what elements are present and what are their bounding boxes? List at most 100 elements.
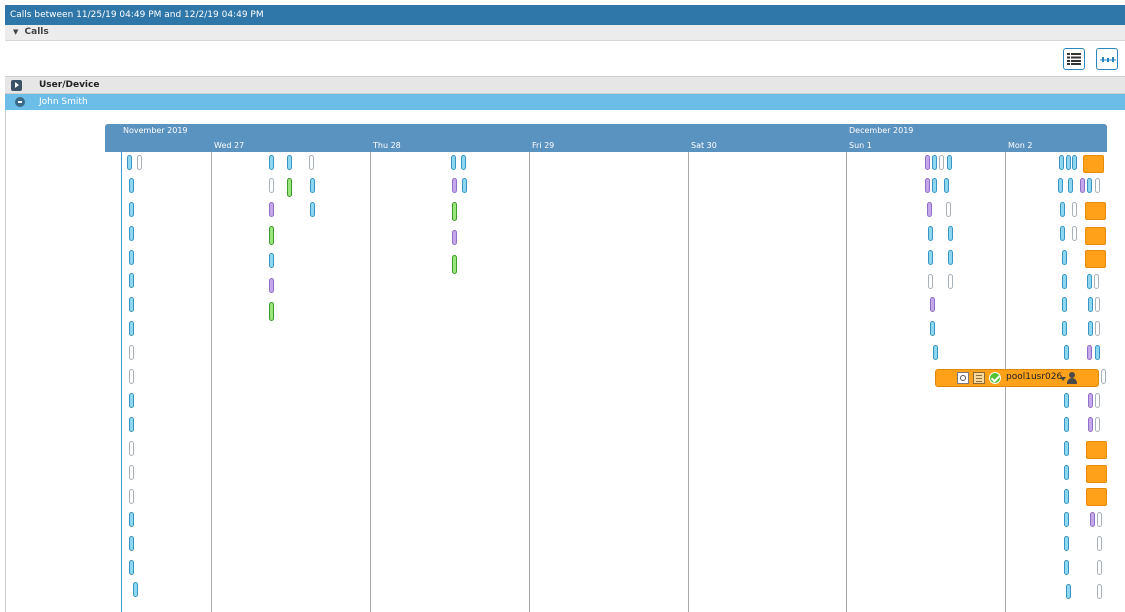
- call-marker[interactable]: [269, 226, 274, 245]
- call-marker[interactable]: [928, 274, 933, 289]
- call-marker[interactable]: [1101, 369, 1106, 384]
- call-marker[interactable]: [137, 155, 142, 170]
- call-marker[interactable]: [129, 178, 134, 193]
- call-marker[interactable]: [928, 226, 933, 241]
- call-marker[interactable]: [129, 226, 134, 241]
- collapse-triangle-icon[interactable]: ▼: [13, 28, 18, 36]
- calls-panel-header[interactable]: ▼ Calls: [5, 25, 1125, 41]
- call-group-marker[interactable]: [1083, 155, 1104, 173]
- call-marker[interactable]: [129, 345, 134, 360]
- call-marker[interactable]: [930, 297, 935, 312]
- call-marker[interactable]: [932, 155, 937, 170]
- call-marker[interactable]: [129, 536, 134, 551]
- call-marker[interactable]: [1097, 536, 1102, 551]
- call-marker[interactable]: [269, 302, 274, 321]
- call-marker[interactable]: [452, 230, 457, 245]
- call-marker[interactable]: [269, 278, 274, 293]
- call-marker[interactable]: [451, 155, 456, 170]
- call-marker[interactable]: [1064, 560, 1069, 575]
- call-marker[interactable]: [1097, 560, 1102, 575]
- call-marker[interactable]: [927, 202, 932, 217]
- call-group-marker[interactable]: [1086, 488, 1107, 506]
- call-group-marker[interactable]: [1085, 227, 1106, 245]
- call-marker[interactable]: [1088, 393, 1093, 408]
- call-group-marker[interactable]: [1085, 202, 1106, 220]
- call-marker[interactable]: [948, 250, 953, 265]
- call-marker[interactable]: [1068, 178, 1073, 193]
- call-marker[interactable]: [129, 369, 134, 384]
- call-marker[interactable]: [452, 202, 457, 221]
- timeline-view-button[interactable]: [1096, 48, 1118, 70]
- call-group-marker[interactable]: [1085, 250, 1106, 268]
- call-marker[interactable]: [1060, 226, 1065, 241]
- call-marker[interactable]: [1064, 345, 1069, 360]
- call-marker[interactable]: [948, 274, 953, 289]
- chevron-down-icon[interactable]: [1060, 377, 1066, 381]
- call-marker[interactable]: [461, 155, 466, 170]
- document-icon[interactable]: [973, 372, 985, 384]
- call-group-marker[interactable]: [1086, 441, 1107, 459]
- call-marker[interactable]: [1088, 417, 1093, 432]
- call-marker[interactable]: [939, 155, 944, 170]
- call-marker[interactable]: [1094, 274, 1099, 289]
- call-marker[interactable]: [309, 155, 314, 170]
- call-marker[interactable]: [133, 582, 138, 597]
- call-marker[interactable]: [129, 560, 134, 575]
- call-marker[interactable]: [1097, 584, 1102, 599]
- call-timeline[interactable]: November 2019 December 2019 Wed 27 Thu 2…: [105, 124, 1107, 612]
- call-marker[interactable]: [129, 321, 134, 336]
- list-view-button[interactable]: [1063, 48, 1085, 70]
- call-marker[interactable]: [129, 297, 134, 312]
- call-marker[interactable]: [1062, 297, 1067, 312]
- user-row[interactable]: John Smith: [5, 94, 1125, 110]
- call-marker[interactable]: [930, 321, 935, 336]
- call-marker[interactable]: [269, 253, 274, 268]
- call-marker[interactable]: [947, 155, 952, 170]
- call-marker[interactable]: [944, 178, 949, 193]
- call-marker[interactable]: [1062, 274, 1067, 289]
- call-marker[interactable]: [1060, 202, 1065, 217]
- call-marker[interactable]: [1059, 155, 1064, 170]
- call-marker[interactable]: [1064, 417, 1069, 432]
- call-marker[interactable]: [269, 202, 274, 217]
- call-marker[interactable]: [1064, 536, 1069, 551]
- call-marker[interactable]: [1066, 155, 1071, 170]
- call-marker[interactable]: [129, 417, 134, 432]
- call-marker[interactable]: [1072, 226, 1077, 241]
- call-marker[interactable]: [1066, 584, 1071, 599]
- call-marker[interactable]: [1095, 178, 1100, 193]
- call-marker[interactable]: [1062, 321, 1067, 336]
- call-marker[interactable]: [310, 178, 315, 193]
- call-group-marker[interactable]: [1086, 465, 1107, 483]
- call-marker[interactable]: [1080, 178, 1085, 193]
- call-marker[interactable]: [269, 155, 274, 170]
- call-marker[interactable]: [1072, 155, 1077, 170]
- call-marker[interactable]: [1087, 178, 1092, 193]
- call-marker[interactable]: [1058, 178, 1063, 193]
- call-marker[interactable]: [1095, 393, 1100, 408]
- call-marker[interactable]: [129, 489, 134, 504]
- call-detail-popup[interactable]: pool1usr026: [935, 369, 1099, 387]
- call-marker[interactable]: [1064, 465, 1069, 480]
- call-marker[interactable]: [310, 202, 315, 217]
- call-marker[interactable]: [129, 250, 134, 265]
- call-marker[interactable]: [1088, 297, 1093, 312]
- call-marker[interactable]: [1095, 345, 1100, 360]
- call-marker[interactable]: [948, 226, 953, 241]
- call-marker[interactable]: [129, 465, 134, 480]
- call-marker[interactable]: [129, 393, 134, 408]
- call-marker[interactable]: [925, 155, 930, 170]
- call-marker[interactable]: [928, 250, 933, 265]
- call-marker[interactable]: [1095, 297, 1100, 312]
- call-marker[interactable]: [462, 178, 467, 193]
- call-marker[interactable]: [129, 441, 134, 456]
- call-marker[interactable]: [932, 178, 937, 193]
- call-marker[interactable]: [1087, 274, 1092, 289]
- call-marker[interactable]: [127, 155, 132, 170]
- call-marker[interactable]: [452, 178, 457, 193]
- call-marker[interactable]: [1087, 345, 1092, 360]
- call-marker[interactable]: [1064, 512, 1069, 527]
- call-marker[interactable]: [452, 255, 457, 274]
- call-marker[interactable]: [946, 202, 951, 217]
- call-marker[interactable]: [129, 273, 134, 288]
